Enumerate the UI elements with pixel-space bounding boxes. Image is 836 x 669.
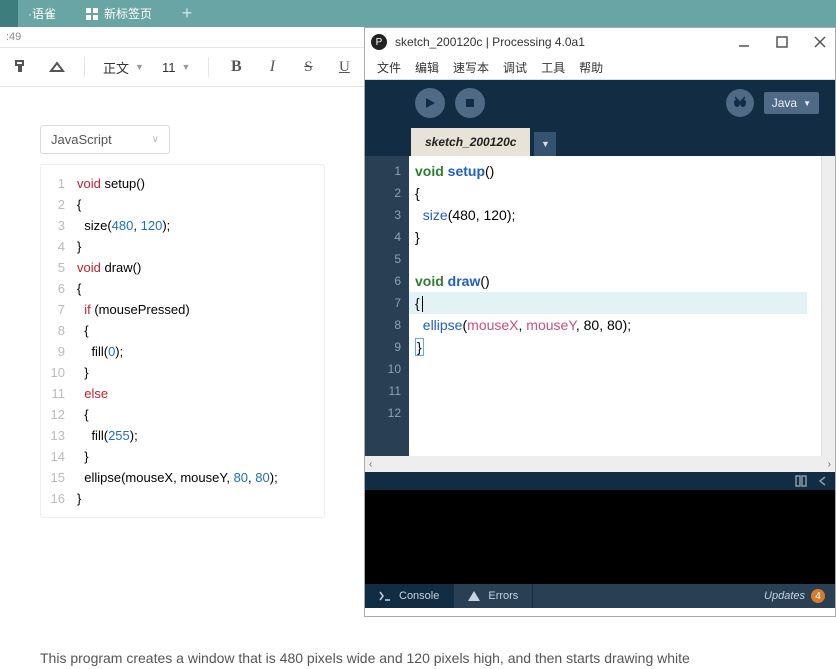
run-button[interactable]	[415, 88, 445, 118]
console-icon	[379, 591, 391, 601]
status-bar: Console Errors Updates 4	[365, 584, 835, 608]
menu-item[interactable]: 工具	[541, 59, 565, 76]
console-tab[interactable]: Console	[365, 584, 454, 608]
separator	[208, 57, 209, 77]
scroll-right-icon[interactable]: ›	[828, 459, 831, 470]
tab-partial-left[interactable]	[0, 0, 18, 27]
layout-icon[interactable]	[795, 475, 807, 487]
bold-button[interactable]: B	[227, 58, 245, 76]
errors-tab[interactable]: Errors	[454, 584, 533, 608]
code-block[interactable]: 1void setup()2{3 size(480, 120);4}5void …	[40, 164, 325, 518]
vertical-scrollbar[interactable]	[821, 156, 835, 456]
menu-item[interactable]: 编辑	[415, 59, 439, 76]
italic-button[interactable]: I	[263, 58, 281, 76]
console-output[interactable]	[365, 490, 835, 584]
separator	[84, 57, 85, 77]
toolbar: Java▼	[365, 80, 835, 126]
code-area[interactable]: void setup(){ size(480, 120);}void draw(…	[409, 156, 821, 456]
tab-yuque[interactable]: ·语雀	[18, 0, 76, 27]
menu-item[interactable]: 调试	[503, 59, 527, 76]
browser-tabstrip: ·语雀 新标签页 +	[0, 0, 836, 27]
update-count-badge: 4	[811, 589, 825, 603]
debug-icon[interactable]	[726, 89, 754, 117]
language-label: JavaScript	[51, 132, 112, 147]
scroll-left-icon[interactable]: ‹	[369, 459, 372, 470]
window-controls	[735, 33, 829, 51]
style-select[interactable]: 正文▼	[103, 58, 144, 77]
close-button[interactable]	[811, 33, 829, 51]
new-tab-button[interactable]: +	[172, 0, 202, 27]
size-select[interactable]: 11▼	[162, 60, 190, 75]
clear-format-icon[interactable]	[48, 58, 66, 76]
window-title: sketch_200120c | Processing 4.0a1	[395, 35, 585, 49]
titlebar[interactable]: P sketch_200120c | Processing 4.0a1	[365, 28, 835, 56]
language-select[interactable]: JavaScript ∨	[40, 125, 170, 154]
gutter: 123456789101112	[365, 156, 409, 456]
chevron-down-icon: ▼	[135, 62, 144, 72]
menu-item[interactable]: 帮助	[579, 59, 603, 76]
minimize-button[interactable]	[735, 33, 753, 51]
mode-select[interactable]: Java▼	[764, 92, 819, 114]
tab-menu-button[interactable]: ▼	[534, 132, 556, 156]
title-left: P sketch_200120c | Processing 4.0a1	[371, 34, 585, 50]
document-area: JavaScript ∨ 1void setup()2{3 size(480, …	[0, 87, 365, 518]
tab-label: ·语雀	[28, 5, 56, 22]
chevron-down-icon: ∨	[152, 134, 159, 145]
maximize-button[interactable]	[773, 33, 791, 51]
code-editor[interactable]: 123456789101112 void setup(){ size(480, …	[365, 156, 835, 456]
warning-icon	[468, 591, 480, 601]
stop-button[interactable]	[455, 88, 485, 118]
tab-new[interactable]: 新标签页	[76, 0, 172, 27]
menu-item[interactable]: 速写本	[453, 59, 489, 76]
splitter-bar[interactable]	[365, 472, 835, 490]
tab-label: 新标签页	[104, 5, 152, 22]
updates-indicator[interactable]: Updates 4	[764, 589, 835, 603]
menu-item[interactable]: 文件	[377, 59, 401, 76]
chevron-down-icon: ▼	[181, 62, 190, 72]
collapse-icon[interactable]	[817, 475, 829, 487]
grid-icon	[86, 8, 98, 20]
menubar: 文件编辑速写本调试工具帮助	[365, 56, 835, 80]
sketch-tab[interactable]: sketch_200120c	[411, 128, 530, 156]
processing-window: P sketch_200120c | Processing 4.0a1 文件编辑…	[364, 27, 836, 617]
underline-button[interactable]: U	[335, 58, 353, 76]
horizontal-scrollbar[interactable]: ‹ ›	[365, 456, 835, 472]
sketch-tabbar: sketch_200120c ▼	[365, 126, 835, 156]
body-paragraph: This program creates a window that is 48…	[40, 648, 790, 668]
format-paint-icon[interactable]	[12, 58, 30, 76]
processing-icon: P	[371, 34, 387, 50]
chevron-down-icon: ▼	[803, 99, 811, 108]
strike-button[interactable]: S	[299, 58, 317, 76]
